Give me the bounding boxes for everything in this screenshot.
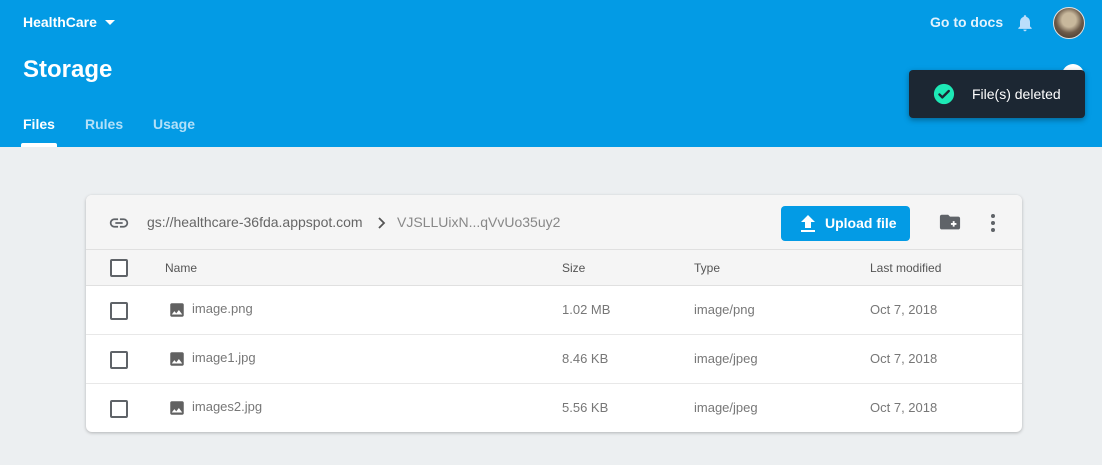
table-header: Name Size Type Last modified	[86, 250, 1022, 286]
column-header-type[interactable]: Type	[694, 261, 720, 275]
breadcrumb-folder: VJSLLUixN...qVvUo35uy2	[397, 214, 561, 230]
user-avatar[interactable]	[1053, 7, 1085, 39]
image-file-icon	[170, 352, 184, 366]
file-modified: Oct 7, 2018	[870, 400, 938, 415]
file-type: image/jpeg	[694, 400, 758, 415]
image-file-icon	[170, 303, 184, 317]
toast-message: File(s) deleted	[972, 86, 1061, 102]
project-selector[interactable]: HealthCare	[23, 14, 115, 30]
row-checkbox[interactable]	[110, 302, 128, 320]
file-name[interactable]: image1.jpg	[192, 350, 256, 365]
file-browser-card: gs://healthcare-36fda.appspot.com VJSLLU…	[86, 195, 1022, 432]
file-toolbar: gs://healthcare-36fda.appspot.com VJSLLU…	[86, 195, 1022, 250]
more-vert-icon[interactable]	[989, 213, 997, 233]
breadcrumb-bucket[interactable]: gs://healthcare-36fda.appspot.com	[147, 214, 363, 230]
chevron-right-icon	[378, 217, 386, 229]
row-checkbox[interactable]	[110, 400, 128, 418]
upload-file-label: Upload file	[825, 215, 897, 231]
select-all-checkbox[interactable]	[110, 259, 128, 277]
file-type: image/png	[694, 302, 755, 317]
file-name[interactable]: images2.jpg	[192, 399, 262, 414]
file-modified: Oct 7, 2018	[870, 302, 938, 317]
upload-icon	[801, 215, 815, 232]
column-header-last-modified[interactable]: Last modified	[870, 261, 941, 275]
tab-files[interactable]: Files	[21, 108, 57, 147]
column-header-name[interactable]: Name	[165, 261, 197, 275]
column-header-size[interactable]: Size	[562, 261, 585, 275]
file-size: 8.46 KB	[562, 351, 609, 366]
row-checkbox[interactable]	[110, 351, 128, 369]
folder-plus-icon[interactable]	[939, 213, 961, 233]
tab-rules[interactable]: Rules	[85, 108, 123, 147]
file-size: 1.02 MB	[562, 302, 611, 317]
upload-file-button[interactable]: Upload file	[781, 206, 910, 241]
image-file-icon	[170, 401, 184, 415]
project-name: HealthCare	[23, 14, 97, 30]
go-to-docs-link[interactable]: Go to docs	[930, 14, 1003, 30]
notifications-bell-icon[interactable]	[1015, 12, 1035, 34]
table-row[interactable]: images2.jpg 5.56 KB image/jpeg Oct 7, 20…	[86, 384, 1022, 432]
check-circle-icon	[933, 83, 955, 105]
file-name[interactable]: image.png	[192, 301, 253, 316]
page-title: Storage	[23, 56, 113, 83]
file-size: 5.56 KB	[562, 400, 609, 415]
link-icon[interactable]	[108, 212, 130, 234]
tab-usage[interactable]: Usage	[153, 108, 195, 147]
chevron-down-icon	[104, 19, 115, 25]
file-type: image/jpeg	[694, 351, 758, 366]
table-row[interactable]: image1.jpg 8.46 KB image/jpeg Oct 7, 201…	[86, 335, 1022, 384]
table-row[interactable]: image.png 1.02 MB image/png Oct 7, 2018	[86, 286, 1022, 335]
toast-notification: File(s) deleted	[909, 70, 1085, 118]
file-modified: Oct 7, 2018	[870, 351, 938, 366]
